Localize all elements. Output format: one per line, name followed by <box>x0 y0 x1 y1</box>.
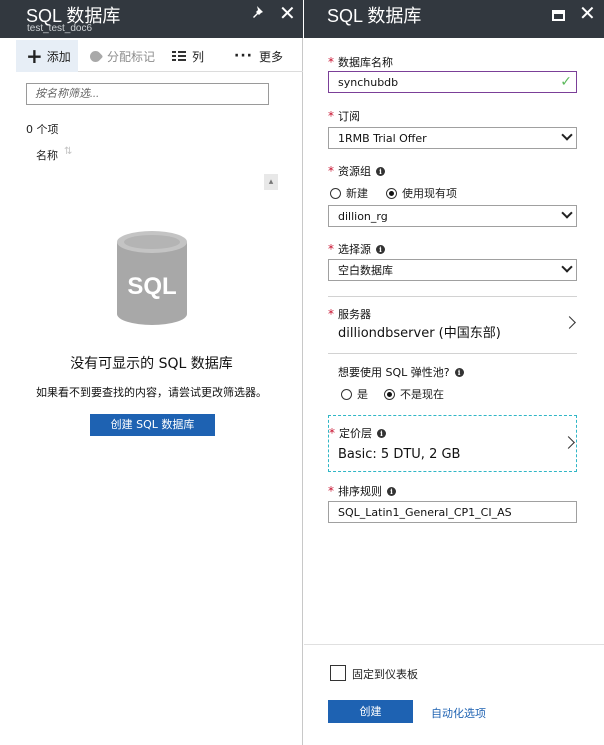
sql-icon-text: SQL <box>127 273 176 300</box>
resource-group-dropdown[interactable]: dillion_rg <box>328 205 577 227</box>
pin-icon[interactable] <box>252 4 266 23</box>
collation-label: * 排序规则 i <box>328 483 396 499</box>
required-marker: * <box>329 426 335 440</box>
resource-group-label-text: 资源组 <box>338 165 371 178</box>
required-marker: * <box>328 242 334 256</box>
footer-divider <box>304 644 604 645</box>
add-label: 添加 <box>46 49 71 64</box>
source-dropdown[interactable]: 空白数据库 <box>328 259 577 281</box>
right-blade-title: SQL 数据库 <box>327 6 422 26</box>
chevron-right-icon <box>562 436 575 449</box>
collation-input[interactable]: SQL_Latin1_General_CP1_CI_AS <box>328 501 577 523</box>
server-label: * 服务器 <box>328 306 371 322</box>
collation-value: SQL_Latin1_General_CP1_CI_AS <box>338 505 512 519</box>
elastic-pool-yes-radio[interactable]: 是 <box>341 386 368 402</box>
create-sql-database-button[interactable]: 创建 SQL 数据库 <box>90 414 215 436</box>
source-label: * 选择源 i <box>328 241 385 257</box>
collation-label-text: 排序规则 <box>338 485 382 498</box>
radio-not-now-label: 不是现在 <box>400 388 444 401</box>
server-value: dilliondbserver (中国东部) <box>338 326 501 341</box>
filter-by-name-input[interactable] <box>26 83 269 105</box>
radio-icon <box>330 187 341 199</box>
more-label: 更多 <box>258 49 283 64</box>
pin-to-dashboard-checkbox[interactable] <box>330 665 346 681</box>
columns-label: 列 <box>192 49 205 64</box>
elastic-pool-label: 想要使用 SQL 弹性池? i <box>338 364 464 380</box>
pricing-tier-value: Basic: 5 DTU, 2 GB <box>338 447 461 462</box>
empty-state-title: 没有可显示的 SQL 数据库 <box>70 356 233 372</box>
elastic-pool-not-now-radio[interactable]: 不是现在 <box>384 386 444 402</box>
info-icon[interactable]: i <box>387 486 396 496</box>
item-count: 0 个项 <box>26 123 59 136</box>
more-icon: ··· <box>234 48 253 64</box>
chevron-down-icon <box>561 261 573 273</box>
create-button[interactable]: 创建 <box>328 700 413 723</box>
db-name-input[interactable]: synchubdb ✓ <box>328 71 577 93</box>
sql-databases-list-blade: SQL 数据库 test_test_doc6 ✕ + 添加 分配标记 列 ···… <box>0 0 303 745</box>
left-blade-subtitle: test_test_doc6 <box>27 23 93 34</box>
required-marker: * <box>328 307 334 321</box>
name-column-header[interactable]: 名称 <box>36 147 58 163</box>
command-bar: + 添加 分配标记 列 ··· 更多 <box>16 40 303 72</box>
db-name-label: * 数据库名称 <box>328 54 393 70</box>
subscription-label-text: 订阅 <box>338 110 360 123</box>
sort-icon[interactable]: ⇅ <box>64 146 72 157</box>
maximize-icon[interactable] <box>552 10 565 21</box>
chevron-right-icon <box>563 316 576 329</box>
info-icon[interactable]: i <box>376 166 385 176</box>
right-blade-header: SQL 数据库 ✕ <box>304 0 604 38</box>
resource-group-label: * 资源组 i <box>328 163 385 179</box>
valid-check-icon: ✓ <box>560 74 572 90</box>
left-blade-header: SQL 数据库 test_test_doc6 ✕ <box>0 0 303 38</box>
resource-group-new-radio[interactable]: 新建 <box>330 185 368 201</box>
required-marker: * <box>328 55 334 69</box>
create-sql-database-blade: SQL 数据库 ✕ * 数据库名称 synchubdb ✓ * 订阅 1RMB … <box>304 0 604 745</box>
scroll-up-icon[interactable]: ▴ <box>264 174 278 190</box>
radio-yes-label: 是 <box>357 388 368 401</box>
more-button[interactable]: ··· 更多 <box>234 40 283 72</box>
close-icon[interactable]: ✕ <box>579 1 596 25</box>
columns-button[interactable]: 列 <box>172 40 204 72</box>
tag-icon <box>87 48 104 64</box>
assign-tags-button[interactable]: 分配标记 <box>87 40 156 72</box>
sql-database-icon: SQL <box>115 230 189 330</box>
source-value: 空白数据库 <box>338 264 393 277</box>
resource-group-existing-radio[interactable]: 使用现有项 <box>386 185 457 201</box>
chevron-down-icon <box>561 207 573 219</box>
columns-icon <box>172 51 186 61</box>
empty-state-description: 如果看不到要查找的内容，请尝试更改筛选器。 <box>36 386 267 399</box>
info-icon[interactable]: i <box>377 428 386 438</box>
server-label-text: 服务器 <box>338 308 371 321</box>
divider <box>328 353 577 354</box>
add-button[interactable]: + 添加 <box>16 40 78 72</box>
pricing-tier-selector[interactable]: * 定价层 i Basic: 5 DTU, 2 GB <box>328 415 577 472</box>
resource-group-value: dillion_rg <box>338 209 388 223</box>
chevron-down-icon <box>561 129 573 141</box>
pricing-tier-label: * 定价层 i <box>329 425 386 441</box>
plus-icon: + <box>26 44 43 68</box>
info-icon[interactable]: i <box>454 367 464 377</box>
radio-new-label: 新建 <box>346 187 368 200</box>
required-marker: * <box>328 484 334 498</box>
radio-selected-icon <box>384 388 395 400</box>
required-marker: * <box>328 164 334 178</box>
subscription-label: * 订阅 <box>328 108 360 124</box>
assign-tags-label: 分配标记 <box>107 49 156 64</box>
radio-existing-label: 使用现有项 <box>402 187 457 200</box>
pricing-tier-label-text: 定价层 <box>339 427 372 440</box>
pin-to-dashboard-label: 固定到仪表板 <box>352 668 418 681</box>
close-icon[interactable]: ✕ <box>279 1 296 25</box>
radio-icon <box>341 388 352 400</box>
db-name-value: synchubdb <box>338 75 399 89</box>
divider <box>328 296 577 297</box>
subscription-value: 1RMB Trial Offer <box>338 131 427 145</box>
radio-selected-icon <box>386 187 397 199</box>
source-label-text: 选择源 <box>338 243 371 256</box>
elastic-pool-label-text: 想要使用 SQL 弹性池? <box>338 366 450 379</box>
automation-options-link[interactable]: 自动化选项 <box>431 705 486 721</box>
subscription-dropdown[interactable]: 1RMB Trial Offer <box>328 127 577 149</box>
db-name-label-text: 数据库名称 <box>338 56 393 69</box>
required-marker: * <box>328 109 334 123</box>
info-icon[interactable]: i <box>376 244 385 254</box>
